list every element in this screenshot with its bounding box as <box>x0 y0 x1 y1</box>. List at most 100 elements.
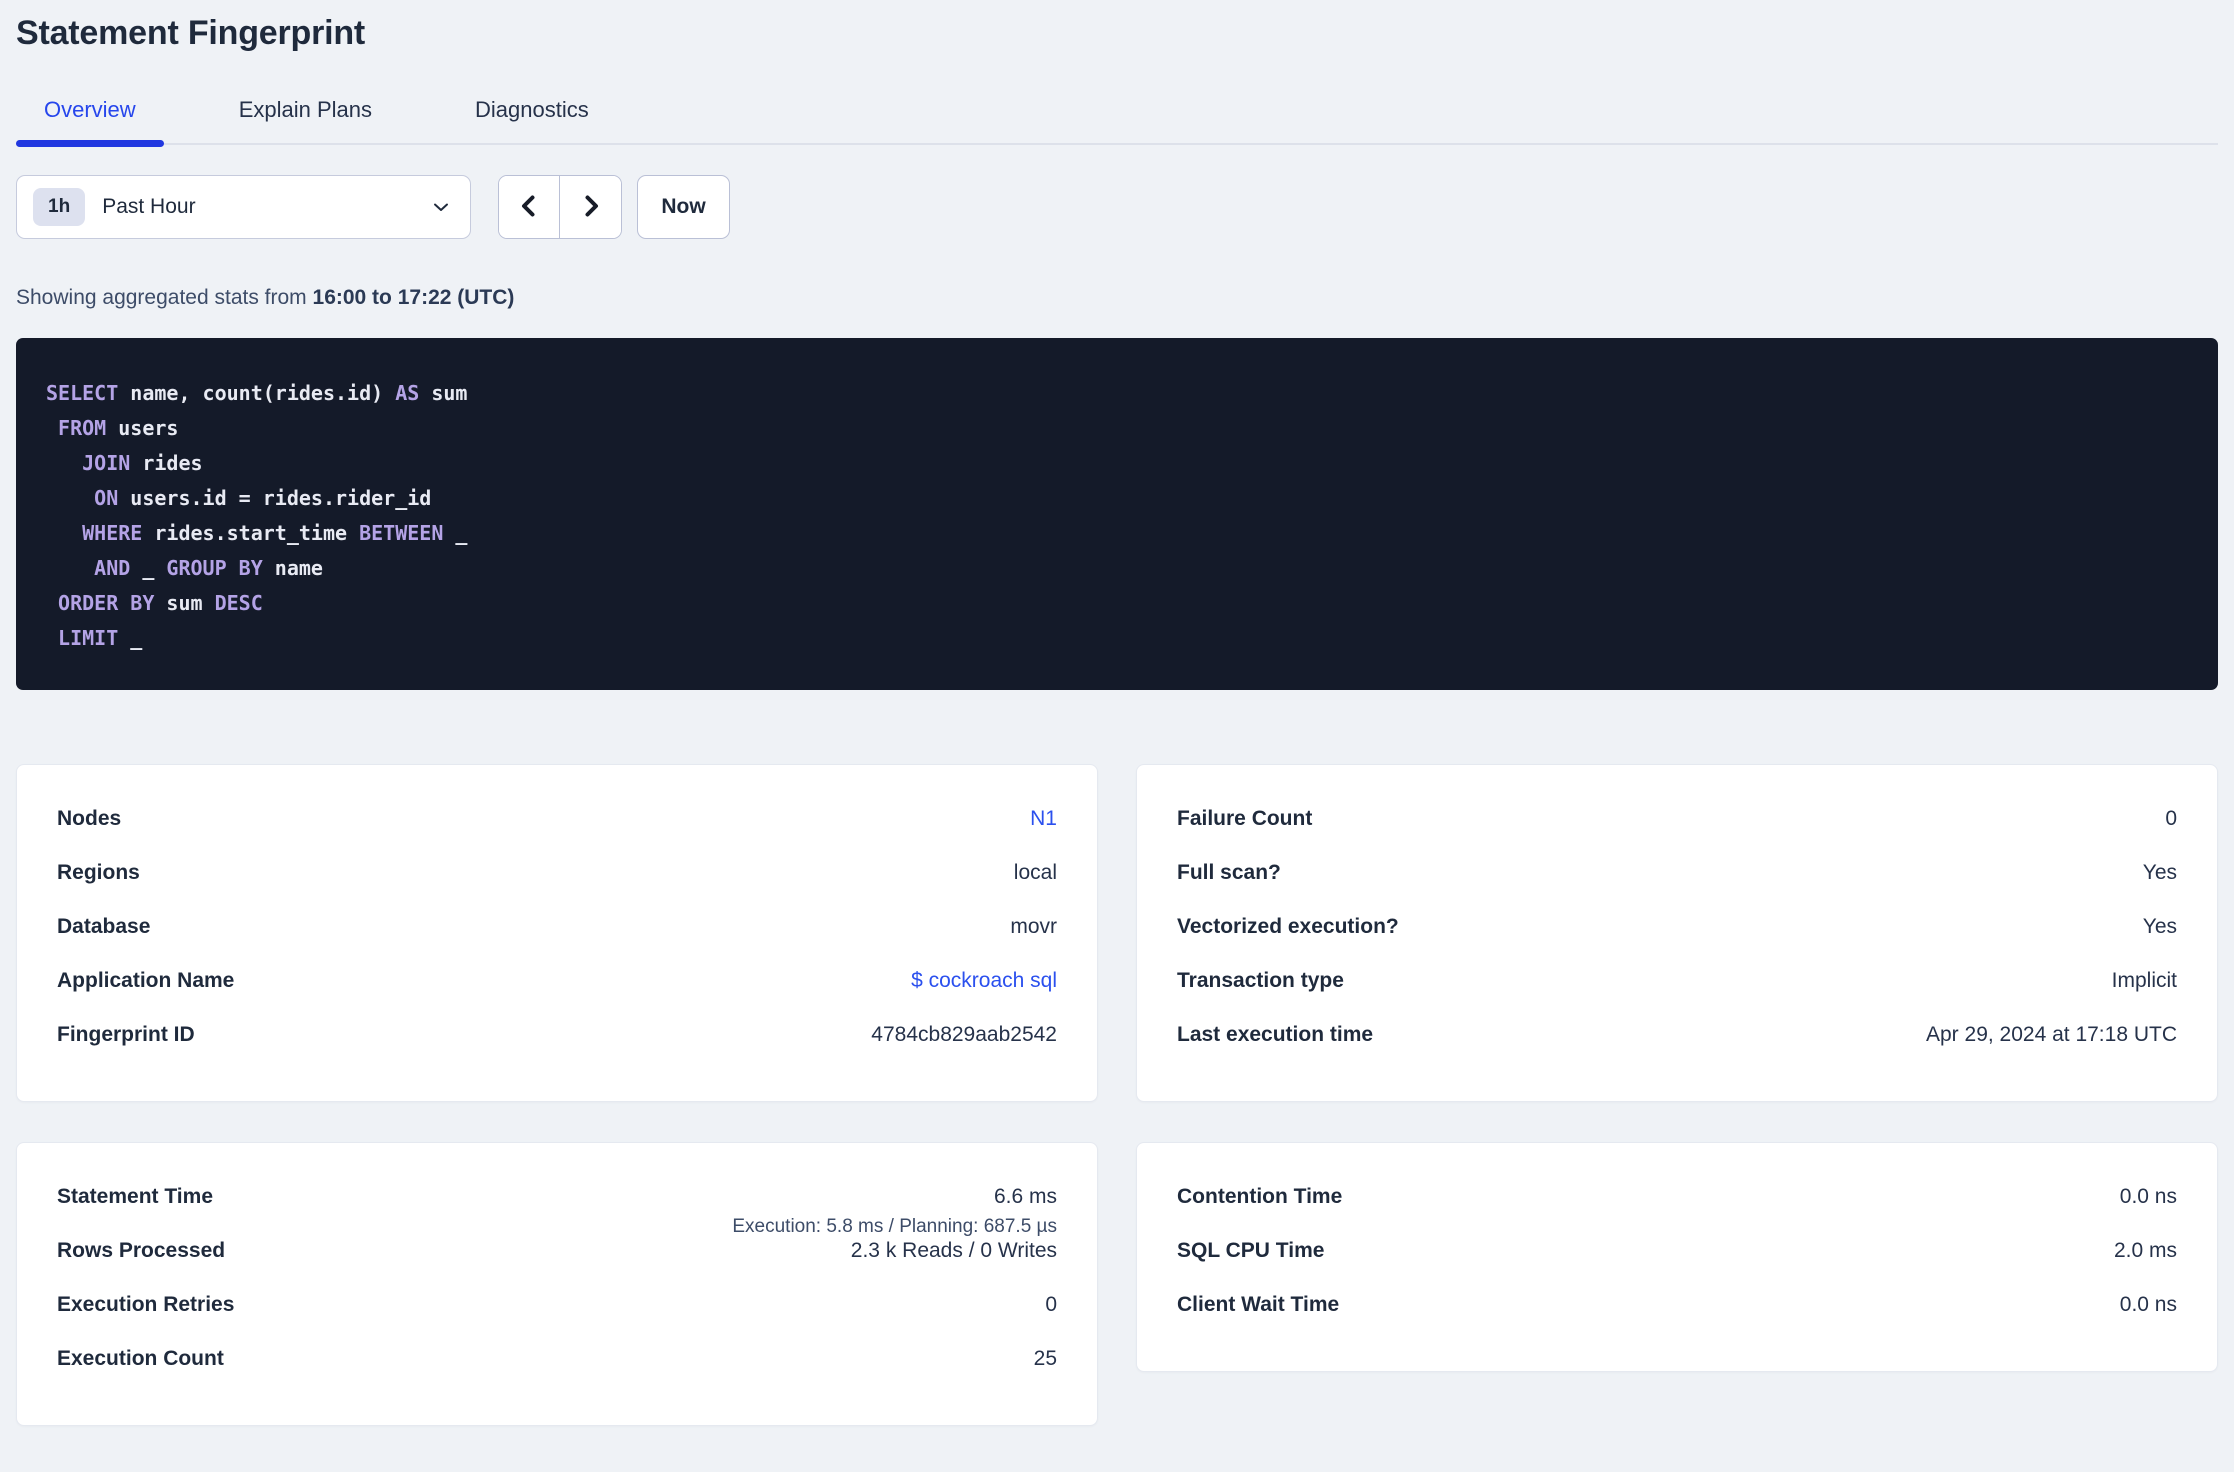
sql-keyword: BETWEEN <box>359 521 444 545</box>
row-value-wrap: 2.3 k Reads / 0 Writes <box>851 1239 1057 1263</box>
row-label: Execution Retries <box>57 1293 235 1316</box>
row-label: Contention Time <box>1177 1185 1343 1208</box>
row-value: local <box>1013 861 1057 884</box>
row-value-link[interactable]: $ cockroach sql <box>911 969 1057 993</box>
sql-text: users.id = rides.rider_id <box>118 486 432 510</box>
row-value-wrap: 0 <box>1045 1293 1057 1317</box>
row-value: 25 <box>1033 1347 1057 1370</box>
sql-keyword: WHERE <box>82 521 143 545</box>
sql-keyword: ON <box>94 486 119 510</box>
card-row: Execution Count 25 <box>57 1347 1057 1401</box>
row-value: 4784cb829aab2542 <box>871 1023 1057 1046</box>
chevron-down-icon <box>430 196 452 218</box>
summary-cards: Nodes N1 Regions local Database movr Applicati… <box>16 764 2218 1426</box>
now-button[interactable]: Now <box>637 175 730 239</box>
card-row: Contention Time 0.0 ns <box>1177 1185 2177 1239</box>
tab-explain-plans-label: Explain Plans <box>238 97 372 122</box>
card-row: Vectorized execution? Yes <box>1177 915 2177 969</box>
row-value-wrap: 0.0 ns <box>2120 1293 2177 1317</box>
statement-details-card-right: Failure Count 0 Full scan? Yes Vectorized ex… <box>1136 764 2218 1102</box>
sql-keyword: AND <box>94 556 131 580</box>
tab-overview-label: Overview <box>44 97 136 122</box>
row-value: 6.6 ms <box>993 1185 1057 1208</box>
tab-overview[interactable]: Overview <box>16 87 164 147</box>
tab-bar: Overview Explain Plans Diagnostics <box>16 87 2218 147</box>
row-value: 0 <box>1045 1293 1057 1316</box>
sql-line: ORDER BY sum DESC <box>46 586 2188 621</box>
card-row: Client Wait Time 0.0 ns <box>1177 1293 2177 1347</box>
sql-keyword: FROM <box>58 416 107 440</box>
time-range-dropdown[interactable]: 1h Past Hour <box>16 175 471 239</box>
row-value-wrap: Yes <box>2143 915 2177 939</box>
sql-line: SELECT name, count(rides.id) AS sum <box>46 376 2188 411</box>
sql-line: WHERE rides.start_time BETWEEN _ <box>46 516 2188 551</box>
card-row: Rows Processed 2.3 k Reads / 0 Writes <box>57 1239 1057 1293</box>
chevron-left-icon <box>516 193 542 222</box>
row-label: Client Wait Time <box>1177 1293 1340 1316</box>
card-row: Transaction type Implicit <box>1177 969 2177 1023</box>
next-time-window-button[interactable] <box>560 176 621 238</box>
card-row: Application Name $ cockroach sql <box>57 969 1057 1023</box>
time-controls: 1h Past Hour Now <box>16 175 2218 239</box>
statement-fingerprint-page: Statement Fingerprint Overview Explain P… <box>0 14 2234 1426</box>
sql-line: FROM users <box>46 411 2188 446</box>
row-value-wrap: Implicit <box>2112 969 2177 993</box>
row-value-wrap: Yes <box>2143 861 2177 885</box>
card-row: Last execution time Apr 29, 2024 at 17:18… <box>1177 1023 2177 1077</box>
sql-keyword: LIMIT <box>58 626 119 650</box>
card-row: Full scan? Yes <box>1177 861 2177 915</box>
tab-diagnostics[interactable]: Diagnostics <box>447 87 617 143</box>
row-value-wrap: 2.0 ms <box>2114 1239 2177 1263</box>
row-value: 2.0 ms <box>2113 1239 2177 1262</box>
sql-text: _ <box>443 521 468 545</box>
row-value-wrap: 0 <box>2165 807 2177 831</box>
sql-keyword: ORDER BY <box>58 591 155 615</box>
chevron-right-icon <box>578 193 604 222</box>
statement-timing-card-right: Contention Time 0.0 ns SQL CPU Time 2.0 ms C… <box>1136 1142 2218 1372</box>
row-value: 0.0 ns <box>2119 1293 2177 1316</box>
card-row: Regions local <box>57 861 1057 915</box>
sql-keyword: GROUP BY <box>166 556 263 580</box>
row-label: Execution Count <box>57 1347 224 1370</box>
aggregation-note: Showing aggregated stats from 16:00 to 1… <box>16 286 2218 310</box>
row-value-wrap: movr <box>1010 915 1057 939</box>
row-label: Vectorized execution? <box>1177 915 1399 938</box>
tab-explain-plans[interactable]: Explain Plans <box>211 87 400 143</box>
row-value: Yes <box>2142 861 2177 884</box>
sql-text: _ <box>130 556 167 580</box>
card-row: Statement Time 6.6 ms Execution: 5.8 ms / … <box>57 1185 1057 1239</box>
sql-text: rides <box>130 451 203 475</box>
row-value: Implicit <box>2111 969 2177 992</box>
page-title: Statement Fingerprint <box>16 14 366 52</box>
sql-text: name, count(rides.id) <box>118 381 396 405</box>
sql-text: rides.start_time <box>142 521 360 545</box>
card-row: SQL CPU Time 2.0 ms <box>1177 1239 2177 1293</box>
row-label: Last execution time <box>1177 1023 1374 1046</box>
card-row: Execution Retries 0 <box>57 1293 1057 1347</box>
row-value: movr <box>1010 915 1057 938</box>
time-range-badge: 1h <box>33 188 86 226</box>
row-label: Rows Processed <box>57 1239 226 1262</box>
previous-time-window-button[interactable] <box>499 176 560 238</box>
row-label: Failure Count <box>1177 807 1313 830</box>
row-value: Apr 29, 2024 at 17:18 UTC <box>1926 1023 2177 1046</box>
row-value: Yes <box>2142 915 2177 938</box>
sql-keyword: AS <box>395 381 420 405</box>
sql-statement-box: SELECT name, count(rides.id) AS sum FROM… <box>16 338 2218 690</box>
sql-text: name <box>262 556 323 580</box>
row-value-wrap: 0.0 ns <box>2120 1185 2177 1209</box>
sql-line: AND _ GROUP BY name <box>46 551 2188 586</box>
row-subvalue: Execution: 5.8 ms / Planning: 687.5 µs <box>732 1216 1057 1237</box>
time-window-arrows <box>498 175 622 239</box>
sql-text: _ <box>118 626 143 650</box>
row-value-link[interactable]: N1 <box>1030 807 1057 831</box>
sql-text: users <box>106 416 179 440</box>
row-value-wrap: 25 <box>1034 1347 1057 1371</box>
aggregation-note-prefix: Showing aggregated stats from <box>16 286 313 309</box>
